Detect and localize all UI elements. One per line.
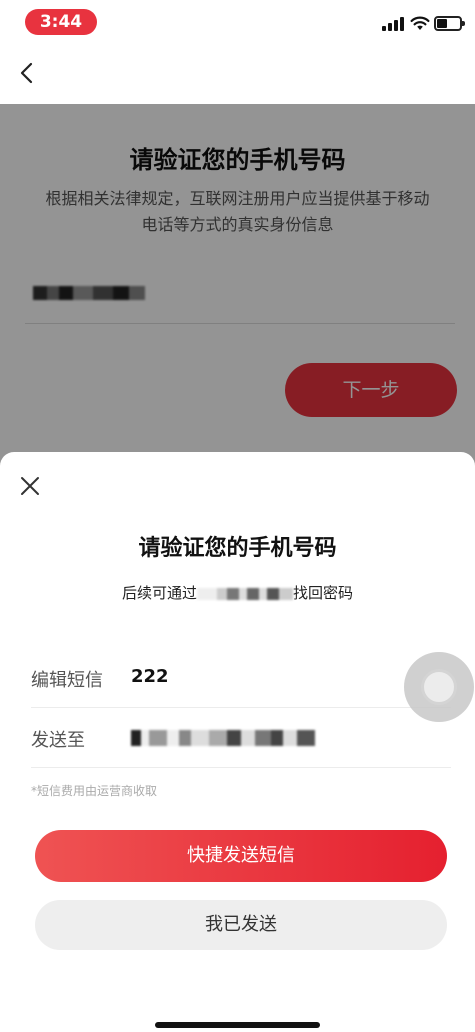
already-sent-button[interactable]: 我已发送 xyxy=(35,900,447,950)
battery-icon xyxy=(434,16,465,31)
assistive-touch-button[interactable] xyxy=(404,652,474,722)
sms-fee-note: *短信费用由运营商收取 xyxy=(31,784,158,798)
sms-content-row: 编辑短信 222 xyxy=(31,650,451,708)
wifi-icon xyxy=(410,16,430,30)
sheet-subtitle: 后续可通过 找回密码 xyxy=(0,582,475,603)
send-to-number xyxy=(131,726,315,747)
masked-send-number xyxy=(131,730,315,746)
nav-bar xyxy=(0,44,475,104)
status-bar: 3:44 xyxy=(0,0,475,44)
sms-content-value: 222 xyxy=(131,666,169,687)
send-to-label: 发送至 xyxy=(31,730,85,751)
sheet-title: 请验证您的手机号码 xyxy=(138,536,337,561)
sms-content-label: 编辑短信 xyxy=(31,670,103,691)
cellular-signal-icon xyxy=(382,17,406,31)
close-icon[interactable] xyxy=(18,474,42,498)
subtitle-prefix: 后续可通过 xyxy=(121,584,197,602)
subtitle-suffix: 找回密码 xyxy=(293,584,354,602)
masked-phone-number xyxy=(197,587,293,600)
sms-verify-sheet: 请验证您的手机号码 后续可通过 找回密码 编辑短信 222 发送至 *短信费用由运… xyxy=(0,452,475,1032)
home-indicator[interactable] xyxy=(155,1022,320,1028)
send-to-row: 发送至 xyxy=(31,710,451,768)
chevron-left-icon[interactable] xyxy=(12,58,42,88)
status-time: 3:44 xyxy=(25,9,97,35)
quick-send-sms-button[interactable]: 快捷发送短信 xyxy=(35,830,447,882)
